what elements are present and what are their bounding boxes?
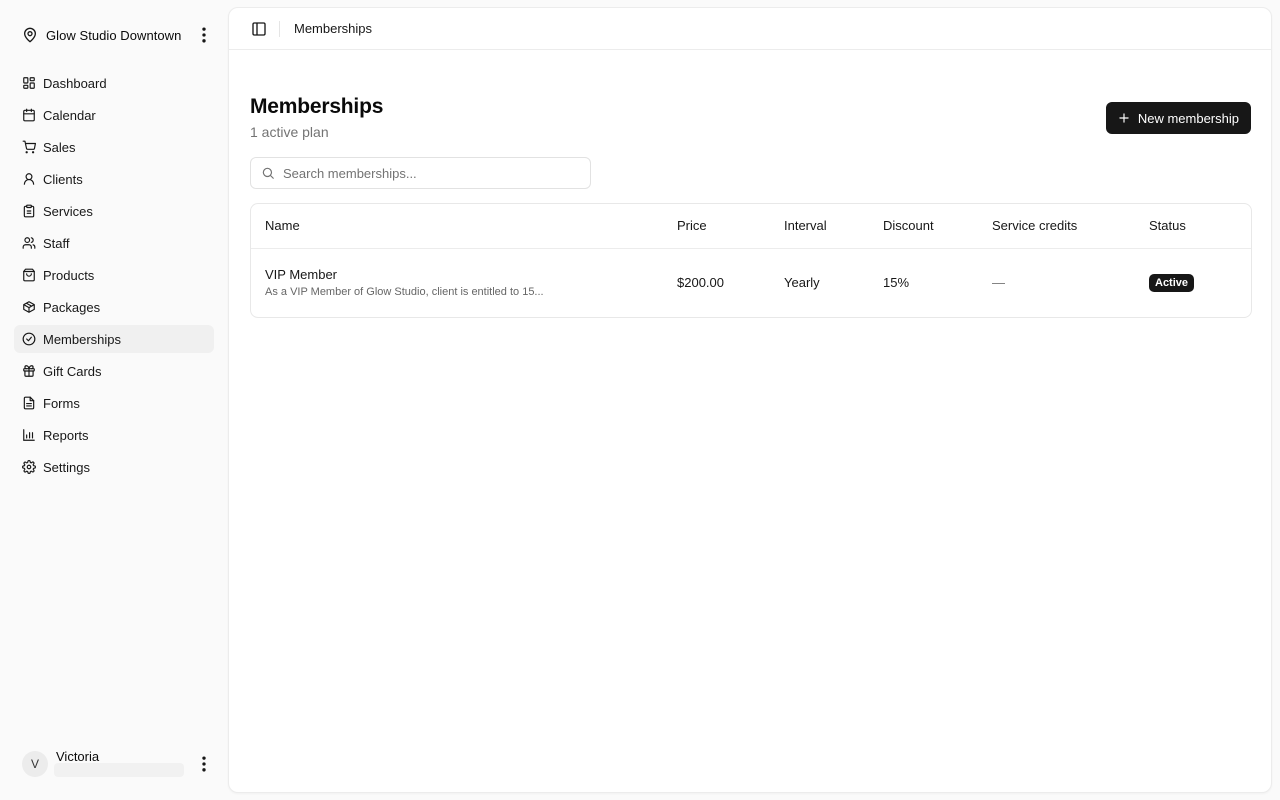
- sidebar-item-memberships[interactable]: Memberships: [14, 325, 214, 353]
- cart-icon: [22, 140, 36, 154]
- sidebar-item-services[interactable]: Services: [14, 197, 214, 225]
- user-name: Victoria: [56, 749, 100, 764]
- new-membership-label: New membership: [1137, 110, 1239, 126]
- user-icon: [22, 172, 36, 186]
- search-icon: [261, 166, 275, 180]
- plus-icon: [1117, 111, 1131, 125]
- column-header-status[interactable]: Status: [1149, 204, 1251, 249]
- sidebar-item-label: Settings: [43, 459, 90, 475]
- badge-check-icon: [22, 332, 36, 346]
- breadcrumb: Memberships: [294, 21, 373, 36]
- user-menu[interactable]: V Victoria: [14, 745, 214, 783]
- org-menu-icon[interactable]: [194, 25, 214, 45]
- cell-price: $200.00: [677, 275, 724, 291]
- sidebar-item-label: Memberships: [43, 331, 122, 347]
- user-info: Victoria: [54, 745, 194, 783]
- sidebar-item-dashboard[interactable]: Dashboard: [14, 69, 214, 97]
- sidebar-item-label: Staff: [43, 235, 70, 251]
- sidebar-item-label: Reports: [43, 427, 89, 443]
- cell-status: Active: [1149, 248, 1251, 317]
- package-icon: [22, 300, 36, 314]
- column-header-name[interactable]: Name: [251, 204, 677, 249]
- sidebar-toggle-icon[interactable]: [251, 21, 267, 37]
- sidebar: Glow Studio Downtown Dashboard Calendar: [0, 0, 228, 800]
- main-panel: Memberships Memberships 1 active plan Ne…: [228, 7, 1272, 793]
- column-header-service-credits[interactable]: Service credits: [992, 204, 1149, 249]
- search-box[interactable]: [250, 157, 591, 189]
- sidebar-item-sales[interactable]: Sales: [14, 133, 214, 161]
- column-header-price[interactable]: Price: [677, 204, 784, 249]
- sidebar-item-label: Clients: [43, 171, 83, 187]
- sidebar-item-label: Services: [43, 203, 93, 219]
- cell-discount: 15%: [883, 275, 910, 291]
- gift-icon: [22, 364, 36, 378]
- sidebar-item-label: Dashboard: [43, 75, 107, 91]
- dashboard-icon: [22, 76, 36, 90]
- users-icon: [22, 236, 36, 250]
- bar-chart-icon: [22, 428, 36, 442]
- avatar: V: [22, 751, 48, 777]
- map-pin-icon: [22, 27, 38, 43]
- membership-name: VIP Member: [265, 267, 338, 283]
- sidebar-item-reports[interactable]: Reports: [14, 421, 214, 449]
- org-name: Glow Studio Downtown: [46, 27, 182, 43]
- cell-service-credits: —: [992, 275, 1005, 291]
- column-header-interval[interactable]: Interval: [784, 204, 883, 249]
- new-membership-button[interactable]: New membership: [1105, 102, 1251, 134]
- user-menu-icon[interactable]: [194, 754, 214, 774]
- topbar-divider: [279, 20, 280, 37]
- gear-icon: [22, 460, 36, 474]
- page-subtitle: 1 active plan: [250, 124, 329, 140]
- cell-interval: Yearly: [784, 275, 820, 291]
- cell-name: VIP Member As a VIP Member of Glow Studi…: [251, 248, 677, 317]
- app: Glow Studio Downtown Dashboard Calendar: [0, 0, 1280, 800]
- sidebar-item-label: Gift Cards: [43, 363, 102, 379]
- sidebar-item-label: Packages: [43, 299, 101, 315]
- shopping-bag-icon: [22, 268, 36, 282]
- file-text-icon: [22, 396, 36, 410]
- sidebar-item-gift-cards[interactable]: Gift Cards: [14, 357, 214, 385]
- page-title: Memberships: [250, 95, 384, 118]
- sidebar-item-forms[interactable]: Forms: [14, 389, 214, 417]
- sidebar-item-label: Sales: [43, 139, 76, 155]
- table-header-row: Name Price Interval Discount Service cre…: [251, 204, 1251, 249]
- org-switcher[interactable]: Glow Studio Downtown: [14, 20, 214, 50]
- search-input[interactable]: [283, 165, 590, 181]
- user-email-placeholder: [54, 763, 184, 777]
- sidebar-item-label: Products: [43, 267, 95, 283]
- table-row[interactable]: VIP Member As a VIP Member of Glow Studi…: [251, 248, 1251, 317]
- sidebar-item-staff[interactable]: Staff: [14, 229, 214, 257]
- clipboard-icon: [22, 204, 36, 218]
- sidebar-item-label: Calendar: [43, 107, 96, 123]
- sidebar-item-packages[interactable]: Packages: [14, 293, 214, 321]
- sidebar-item-label: Forms: [43, 395, 80, 411]
- topbar: Memberships: [229, 8, 1271, 50]
- column-header-discount[interactable]: Discount: [883, 204, 992, 249]
- sidebar-item-clients[interactable]: Clients: [14, 165, 214, 193]
- memberships-table: Name Price Interval Discount Service cre…: [250, 203, 1252, 318]
- sidebar-nav: Dashboard Calendar Sales Clients Service…: [14, 69, 214, 485]
- sidebar-item-products[interactable]: Products: [14, 261, 214, 289]
- sidebar-item-calendar[interactable]: Calendar: [14, 101, 214, 129]
- sidebar-item-settings[interactable]: Settings: [14, 453, 214, 481]
- status-badge: Active: [1149, 273, 1195, 292]
- membership-description: As a VIP Member of Glow Studio, client i…: [265, 286, 544, 299]
- calendar-icon: [22, 108, 36, 122]
